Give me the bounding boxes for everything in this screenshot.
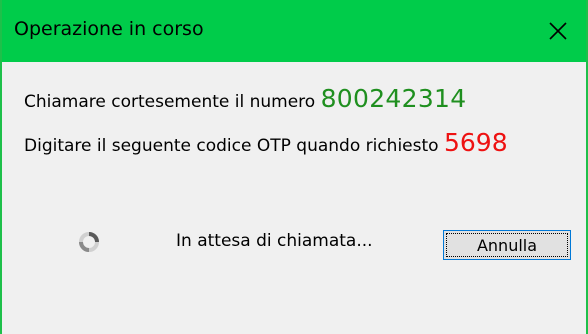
cancel-button[interactable]: Annulla <box>443 230 571 260</box>
call-instruction-text: Chiamare cortesemente il numero <box>24 92 316 112</box>
close-button[interactable] <box>530 0 586 62</box>
otp-instruction-text: Digitare il seguente codice OTP quando r… <box>24 136 439 156</box>
dialog-window: Operazione in corso Chiamare cortesement… <box>0 0 588 334</box>
otp-instruction: Digitare il seguente codice OTP quando r… <box>24 128 508 157</box>
status-text: In attesa di chiamata... <box>176 231 373 251</box>
otp-code: 5698 <box>443 128 508 157</box>
call-instruction: Chiamare cortesemente il numero 80024231… <box>24 84 466 113</box>
phone-number: 800242314 <box>320 84 467 113</box>
window-title: Operazione in corso <box>14 18 204 40</box>
loading-spinner-icon <box>79 232 99 252</box>
title-bar[interactable]: Operazione in corso <box>2 0 586 62</box>
close-icon <box>549 22 567 40</box>
dialog-content: Chiamare cortesemente il numero 80024231… <box>2 62 586 334</box>
